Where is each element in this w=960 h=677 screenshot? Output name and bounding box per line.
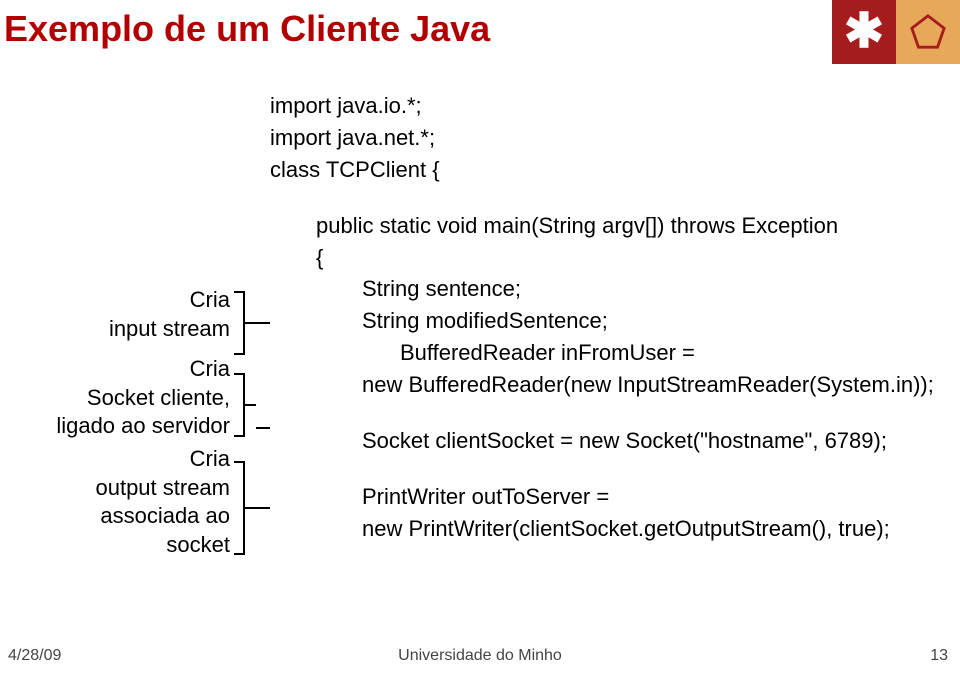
annotation-text: associada ao xyxy=(0,502,230,531)
annotations-column: Cria input stream Cria Socket cliente, l… xyxy=(0,230,230,567)
code-line: String sentence; xyxy=(270,273,934,305)
annotation-text: Cria xyxy=(0,445,230,474)
slide-title: Exemplo de um Cliente Java xyxy=(4,8,490,50)
logo-red-square: ✱ xyxy=(832,0,896,64)
annotation-text: Socket cliente, xyxy=(0,384,230,413)
code-line: Socket clientSocket = new Socket("hostna… xyxy=(270,425,934,457)
annotation-text: output stream xyxy=(0,474,230,503)
code-line: new BufferedReader(new InputStreamReader… xyxy=(270,369,934,401)
footer-page-number: 13 xyxy=(930,647,948,665)
logo-area: ✱ xyxy=(832,0,960,64)
asterisk-icon: ✱ xyxy=(844,8,884,56)
bracket-icon xyxy=(232,460,272,560)
code-line: import java.net.*; xyxy=(270,122,934,154)
code-line: public static void main(String argv[]) t… xyxy=(270,210,934,242)
footer-center: Universidade do Minho xyxy=(398,647,562,665)
code-line: String modifiedSentence; xyxy=(270,305,934,337)
annotation-text: ligado ao servidor xyxy=(0,412,230,441)
code-block: import java.io.*; import java.net.*; cla… xyxy=(270,90,934,545)
logo-orange-square xyxy=(896,0,960,64)
annotation-text: Cria xyxy=(0,355,230,384)
annotation-text: input stream xyxy=(0,315,230,344)
footer-date: 4/28/09 xyxy=(8,647,61,665)
annotation-output-stream: Cria output stream associada ao socket xyxy=(0,445,230,559)
code-line: PrintWriter outToServer = xyxy=(270,481,934,513)
annotation-text: Cria xyxy=(0,286,230,315)
code-line: import java.io.*; xyxy=(270,90,934,122)
annotation-input-stream: Cria input stream xyxy=(0,286,230,343)
code-line: { xyxy=(270,242,934,274)
code-line: class TCPClient { xyxy=(270,154,934,186)
bracket-icon xyxy=(232,372,272,442)
annotation-text: socket xyxy=(0,531,230,560)
code-line: new PrintWriter(clientSocket.getOutputSt… xyxy=(270,513,934,545)
code-line: BufferedReader inFromUser = xyxy=(270,337,934,369)
bracket-icon xyxy=(232,290,272,360)
annotation-socket-client: Cria Socket cliente, ligado ao servidor xyxy=(0,355,230,441)
pentagon-icon xyxy=(909,13,947,51)
